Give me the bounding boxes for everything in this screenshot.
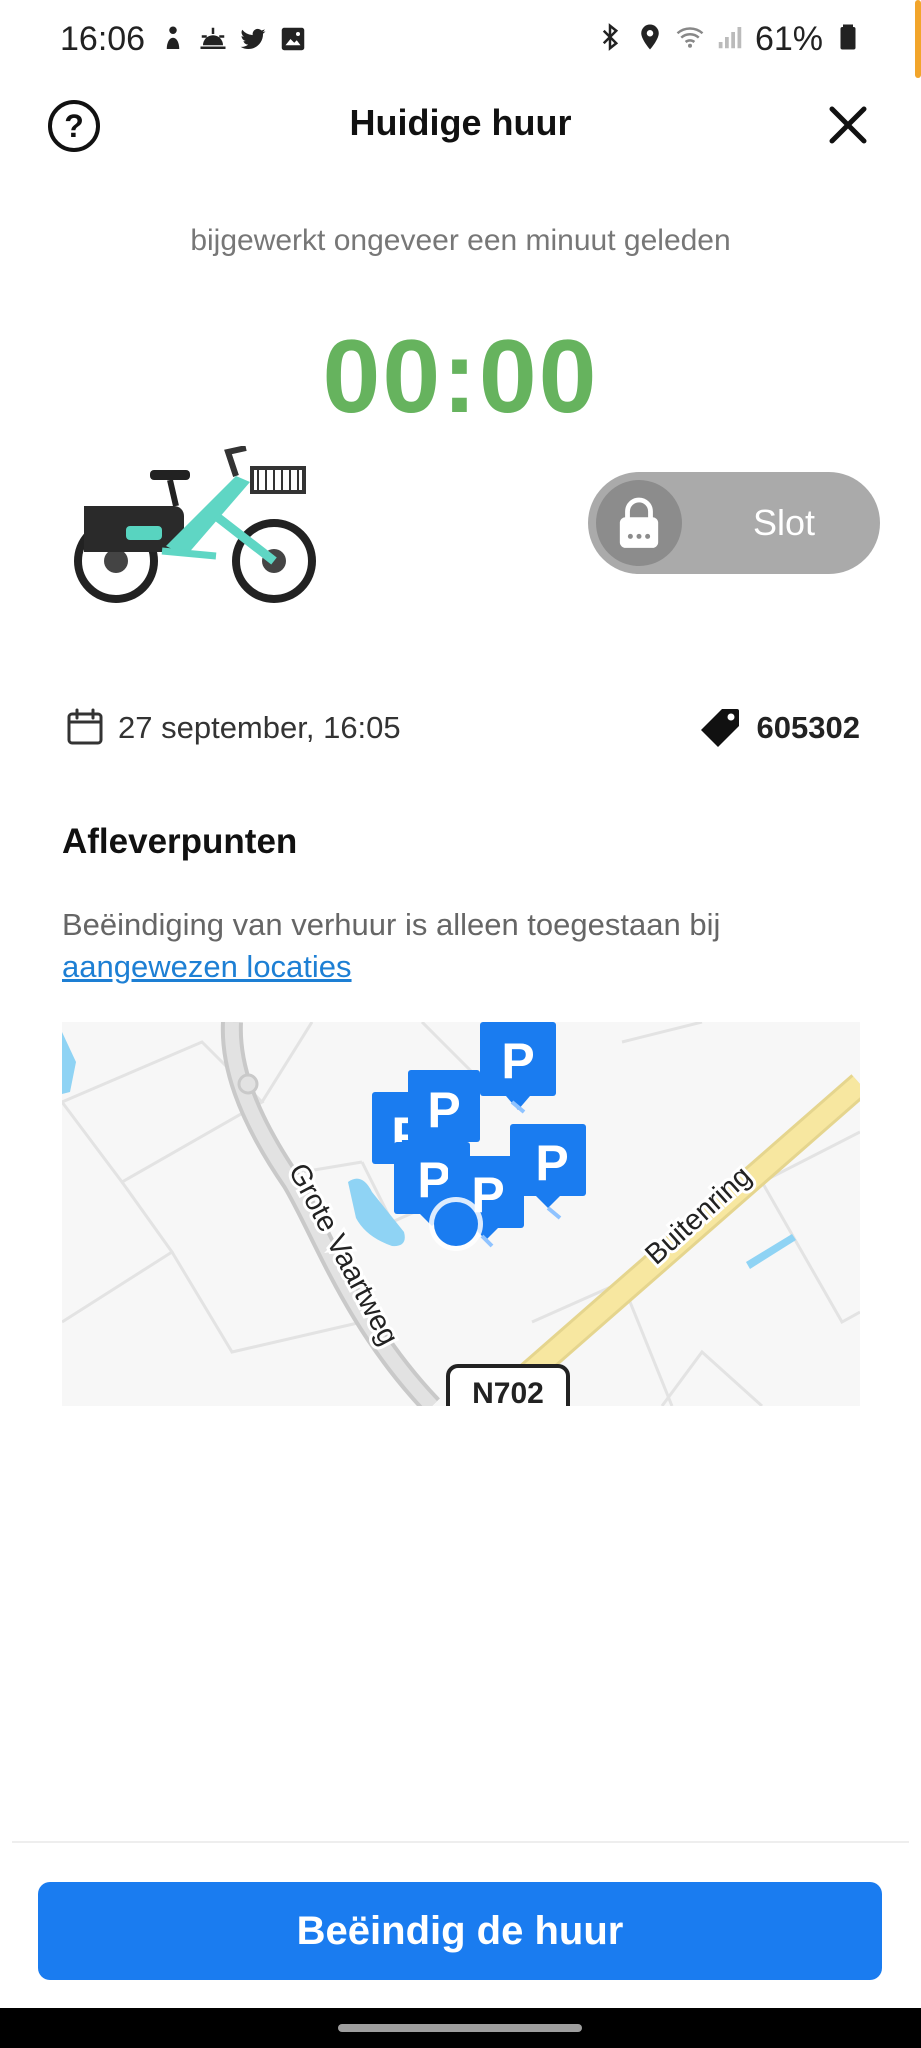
svg-text:P: P [535, 1135, 568, 1191]
lock-knob[interactable] [596, 480, 682, 566]
updated-text: bijgewerkt ongeveer een minuut geleden [190, 224, 731, 257]
road-label-buitenring: Buitenring [639, 1160, 757, 1271]
signal-icon [715, 22, 745, 57]
user-location-marker [429, 1197, 483, 1251]
svg-text:P: P [501, 1033, 534, 1089]
designated-locations-link[interactable]: aangewezen locaties [62, 949, 352, 984]
dropoff-map[interactable]: Grote Vaartweg Buitenring N702 P P P P P [62, 1022, 860, 1406]
weather-sunrise-icon [198, 24, 228, 59]
gallery-icon [278, 24, 308, 59]
notification-icons [158, 24, 308, 59]
map-water [62, 1032, 76, 1094]
status-time: 16:06 [60, 20, 146, 58]
dropoff-description: Beëindiging van verhuur is alleen toeges… [62, 904, 862, 988]
close-button[interactable] [825, 102, 871, 148]
svg-text:P: P [427, 1082, 460, 1138]
road-sign-n702: N702 [446, 1364, 570, 1406]
end-rental-button[interactable]: Beëindig de huur [38, 1882, 882, 1980]
calendar-icon [67, 708, 103, 745]
system-icons: 61% [595, 20, 863, 59]
svg-text:N702: N702 [472, 1377, 544, 1406]
location-icon [635, 22, 665, 57]
page-title: Huidige huur [349, 102, 572, 143]
rental-timer: 00:00 [322, 319, 599, 435]
wifi-icon [675, 22, 705, 57]
battery-percentage: 61% [754, 20, 823, 58]
vehicle-code: 605302 [756, 710, 860, 745]
notification-person-icon [158, 24, 188, 59]
lock-label: Slot [752, 502, 816, 543]
dropoff-description-text: Beëindiging van verhuur is alleen toeges… [62, 907, 721, 942]
map-water-strip [746, 1234, 796, 1269]
road-label-grote-vaartweg: Grote Vaartweg [282, 1158, 405, 1350]
home-gesture-handle[interactable] [338, 2024, 582, 2032]
status-bar: 16:06 61% [0, 0, 921, 84]
rental-info-row: 27 september, 16:05 605302 [62, 704, 860, 752]
battery-icon [833, 22, 863, 57]
lock-toggle[interactable]: Slot [588, 472, 880, 574]
edge-accent [915, 0, 921, 78]
twitter-icon [238, 24, 268, 59]
padlock-icon [619, 497, 659, 548]
bike-image [74, 446, 316, 603]
app-bar: ? Huidige huur [0, 84, 921, 164]
parking-marker[interactable]: P [480, 1022, 556, 1114]
bluetooth-icon [595, 22, 625, 57]
system-nav-bar [0, 2008, 921, 2048]
parking-marker[interactable]: P [408, 1070, 480, 1154]
dropoff-title: Afleverpunten [62, 822, 298, 861]
tag-icon [701, 709, 739, 747]
rental-start-date: 27 september, 16:05 [118, 710, 401, 745]
footer-divider [12, 1841, 909, 1843]
close-icon [829, 106, 867, 144]
